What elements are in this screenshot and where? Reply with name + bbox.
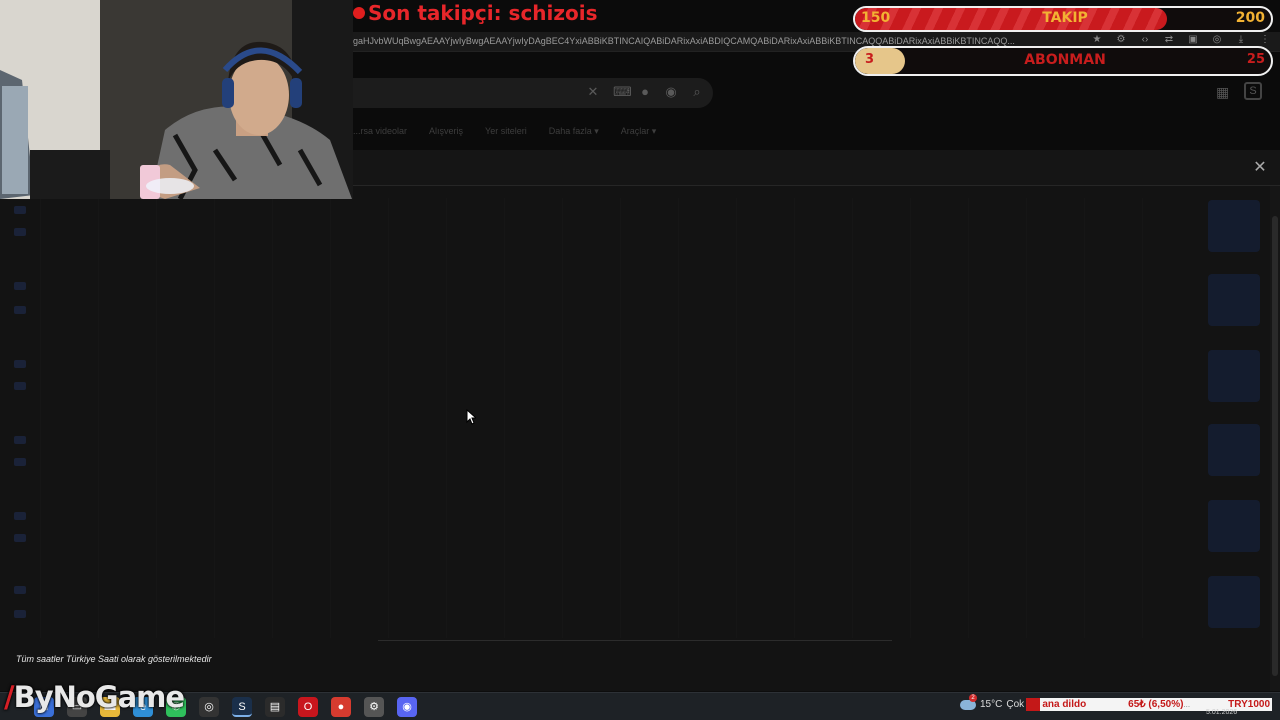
last-follower-overlay: Son takipçi: schizois: [353, 0, 598, 26]
weather-desc: Çok: [1006, 699, 1025, 710]
clear-icon[interactable]: ✕: [587, 84, 599, 100]
close-icon[interactable]: ✕: [1250, 158, 1270, 178]
scrollbar-thumb[interactable]: [1272, 216, 1278, 676]
row-marker: [14, 282, 26, 290]
divider: [378, 640, 892, 641]
ticker-item: ...: [1183, 700, 1191, 709]
follow-goal-bar: TAKIP 150 200: [853, 6, 1273, 32]
profile-icon[interactable]: ◎: [1210, 34, 1224, 45]
sub-goal-bar: ABONMAN 3 25: [853, 46, 1273, 76]
filter-shopping[interactable]: Alışveriş: [429, 126, 463, 137]
sponsor-logo: /ByNoGame: [4, 680, 185, 714]
opera-icon[interactable]: O: [298, 697, 318, 717]
row-marker: [14, 360, 26, 368]
filter-videos[interactable]: ...rsa videolar: [353, 126, 407, 137]
panel-body: [0, 186, 1270, 691]
side-block[interactable]: [1208, 576, 1260, 628]
follow-goal-current: 150: [861, 10, 891, 26]
gear-icon[interactable]: ⚙: [364, 697, 384, 717]
chrome-icon[interactable]: ●: [331, 697, 351, 717]
follow-goal-target: 200: [1235, 10, 1265, 26]
side-block[interactable]: [1208, 274, 1260, 326]
screen: gaHJvbWUqBwgAEAAYjwIyBwgAEAAYjwIyDAgBEC4…: [0, 0, 1280, 720]
filter-tools[interactable]: Araçlar ▾: [621, 126, 657, 137]
sidebar-icon[interactable]: ▣: [1186, 34, 1200, 45]
row-marker: [14, 512, 26, 520]
ticker-item: ana dildo: [1042, 699, 1087, 710]
row-marker: [14, 228, 26, 236]
side-block[interactable]: [1208, 200, 1260, 252]
weather-widget[interactable]: 2 15°C Çok: [960, 693, 1025, 710]
side-block[interactable]: [1208, 500, 1260, 552]
webcam-image: [0, 0, 353, 199]
filter-sites[interactable]: Yer siteleri: [485, 126, 527, 137]
cloud-icon: 2: [960, 693, 977, 710]
obs-icon[interactable]: ◎: [199, 697, 219, 717]
notification-badge: 2: [969, 693, 977, 702]
sponsor-logo-mark-icon: /: [4, 680, 15, 714]
ticker-item: 65₺ (6,50%): [1128, 699, 1184, 710]
steam-icon[interactable]: S: [232, 697, 252, 717]
row-marker: [14, 306, 26, 314]
last-follower-text: Son takipçi: schizois: [368, 1, 598, 25]
keyboard-icon[interactable]: ⌨: [613, 84, 632, 100]
mouse-cursor-icon: [466, 409, 476, 425]
code-icon[interactable]: ‹›: [1138, 34, 1152, 45]
url-text[interactable]: gaHJvbWUqBwgAEAAYjwIyBwgAEAAYjwIyDAgBEC4…: [353, 36, 1043, 46]
side-block[interactable]: [1208, 424, 1260, 476]
schedule-grid: [40, 198, 1200, 638]
toolbar-icons: ★ ⚙ ‹› ⇄ ▣ ◎ ⤓ ⋮: [1090, 34, 1272, 45]
sponsor-name: ByNoGame: [13, 680, 185, 714]
row-marker: [14, 206, 26, 214]
sub-goal-current: 3: [865, 52, 875, 67]
webcam-feed: [0, 0, 353, 199]
sub-goal-target: 25: [1246, 52, 1265, 67]
extension-icon[interactable]: ⚙: [1114, 34, 1128, 45]
store-icon[interactable]: ▤: [265, 697, 285, 717]
mic-icon[interactable]: ●: [639, 84, 651, 100]
filter-more[interactable]: Daha fazla ▾: [549, 126, 599, 137]
follow-goal-label: TAKIP: [1042, 10, 1088, 26]
row-marker: [14, 534, 26, 542]
row-marker: [14, 436, 26, 444]
download-icon[interactable]: ⤓: [1234, 34, 1248, 45]
ticker-marker: [1026, 698, 1041, 711]
discord-icon[interactable]: ◉: [397, 697, 417, 717]
timezone-note: Tüm saatler Türkiye Saati olarak gösteri…: [16, 654, 212, 664]
row-marker: [14, 586, 26, 594]
translate-icon[interactable]: ⇄: [1162, 34, 1176, 45]
search-box[interactable]: ✕ ⌨ ● ◉ ⌕: [353, 78, 713, 108]
extension-logo-icon[interactable]: S: [1244, 82, 1262, 100]
alert-dot-icon: [353, 7, 365, 19]
scrollbar[interactable]: [1270, 186, 1280, 691]
taskbar-date[interactable]: 5.01.2026: [1206, 709, 1237, 716]
lens-icon[interactable]: ◉: [665, 84, 677, 100]
sub-goal-label: ABONMAN: [1024, 52, 1106, 68]
row-marker: [14, 610, 26, 618]
apps-grid-icon[interactable]: ▦: [1216, 84, 1229, 101]
side-block[interactable]: [1208, 350, 1260, 402]
search-filters: ...rsa videolar Alışveriş Yer siteleri D…: [353, 126, 656, 137]
search-icon[interactable]: ⌕: [691, 84, 703, 100]
search-box-icons: ✕ ⌨ ● ◉ ⌕: [587, 84, 703, 100]
menu-icon[interactable]: ⋮: [1258, 34, 1272, 45]
weather-temp: 15°C: [980, 699, 1003, 710]
row-marker: [14, 382, 26, 390]
row-marker: [14, 458, 26, 466]
star-icon[interactable]: ★: [1090, 34, 1104, 45]
